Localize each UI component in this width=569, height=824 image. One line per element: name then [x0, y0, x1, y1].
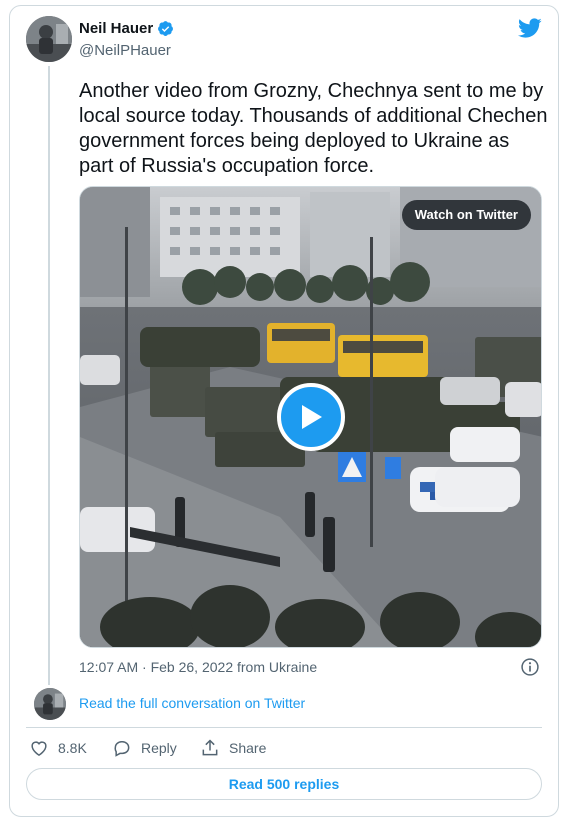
tweet-text: Another video from Grozny, Chechnya sent… — [79, 80, 548, 177]
play-icon — [302, 405, 322, 429]
play-button[interactable] — [277, 383, 345, 451]
reply-label: Reply — [141, 740, 177, 756]
author-name-row[interactable]: Neil Hauer — [79, 20, 174, 37]
twitter-bird-icon[interactable] — [517, 17, 542, 39]
watch-on-twitter-button[interactable]: Watch on Twitter — [401, 200, 531, 230]
thread-line — [48, 66, 50, 685]
heart-icon — [31, 741, 47, 757]
author-handle[interactable]: @NeilPHauer — [79, 42, 171, 59]
read-replies-button[interactable]: Read 500 replies — [26, 768, 542, 800]
reply-icon — [114, 741, 130, 757]
reply-button[interactable]: Reply — [112, 738, 177, 758]
like-count: 8.8K — [58, 740, 87, 756]
info-icon[interactable] — [520, 657, 540, 677]
read-conversation-link[interactable]: Read the full conversation on Twitter — [79, 695, 305, 711]
author-name[interactable]: Neil Hauer — [79, 20, 153, 37]
tweet-timestamp[interactable]: 12:07 AM · Feb 26, 2022 from Ukraine — [79, 659, 317, 675]
share-button[interactable]: Share — [200, 738, 266, 758]
share-label: Share — [229, 740, 267, 756]
divider — [26, 727, 542, 728]
conversation-avatar[interactable] — [34, 688, 66, 720]
video-media[interactable]: Watch on Twitter — [79, 186, 542, 648]
author-avatar[interactable] — [26, 16, 72, 62]
share-icon — [202, 739, 218, 756]
verified-badge-icon — [158, 21, 174, 36]
like-button[interactable]: 8.8K — [29, 738, 87, 758]
